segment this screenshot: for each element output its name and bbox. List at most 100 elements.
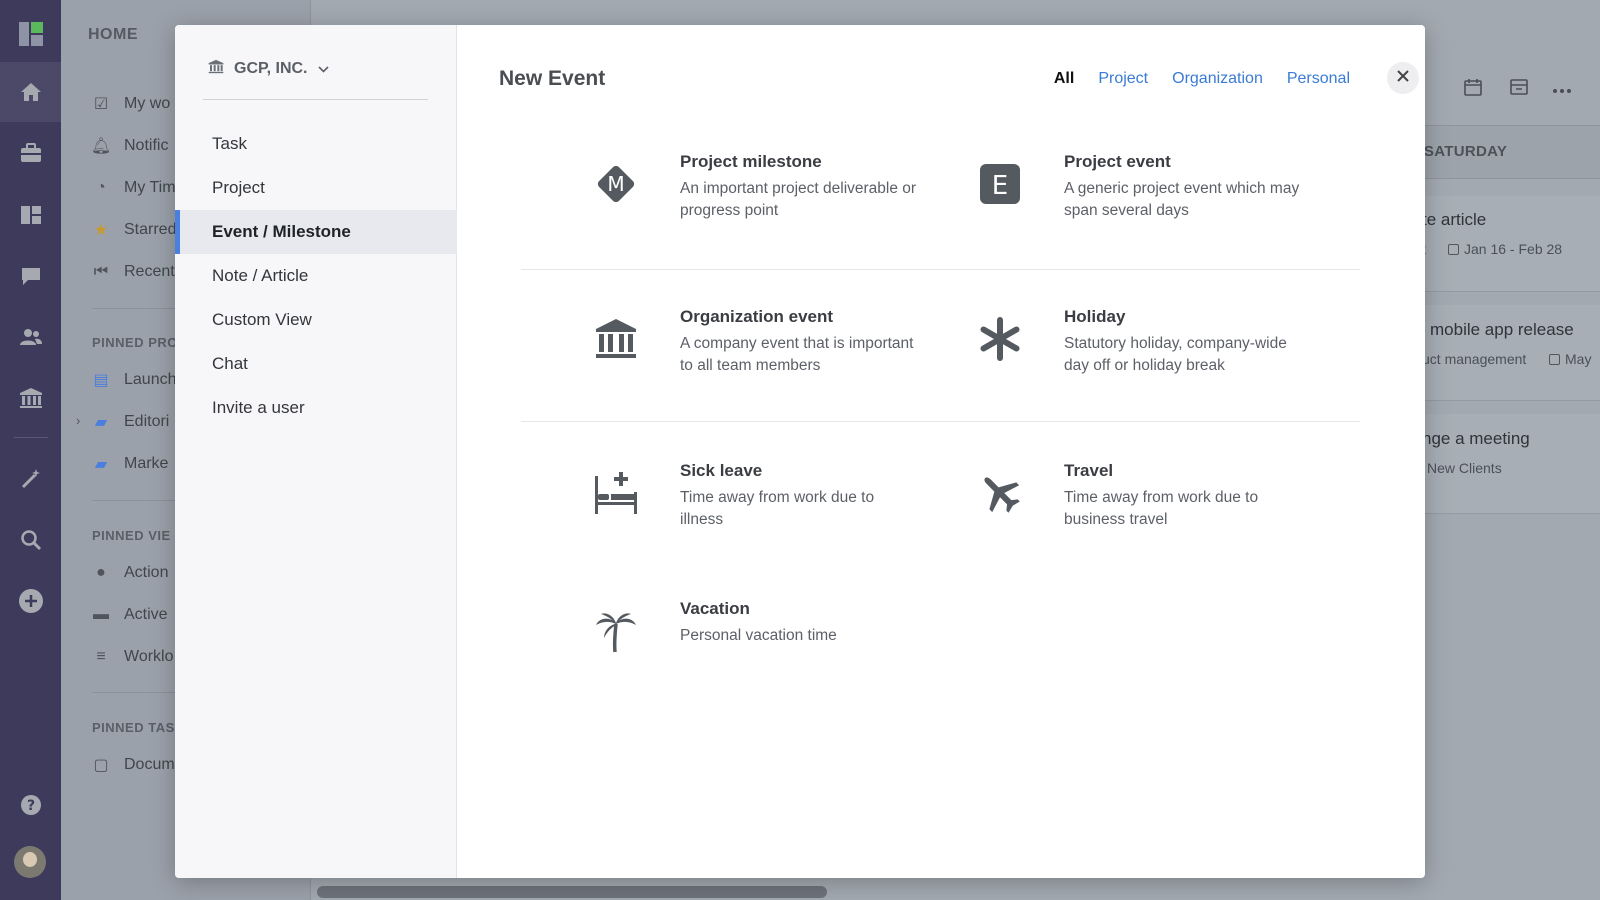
pinned-view-label: Worklo — [124, 648, 174, 665]
more-options-icon[interactable] — [1552, 82, 1572, 100]
filter-organization[interactable]: Organization — [1172, 70, 1263, 88]
chat-icon[interactable] — [0, 251, 61, 301]
organization-icon — [208, 59, 224, 79]
pinned-project-item[interactable]: ▰ Editori — [92, 413, 170, 431]
option-travel[interactable]: Travel Time away from work due to busine… — [968, 461, 1348, 551]
clipboard-icon: ▢ — [93, 757, 109, 774]
search-icon[interactable] — [0, 515, 61, 565]
users-icon[interactable] — [0, 312, 61, 362]
option-sick-leave[interactable]: Sick leave Time away from work due to il… — [584, 461, 964, 551]
calendar-icon — [1448, 244, 1459, 255]
archive-icon[interactable] — [1510, 78, 1528, 101]
pinned-project-label: Launch — [124, 371, 177, 388]
nav-item-note-article[interactable]: Note / Article — [175, 254, 457, 298]
card-date-text: Jan 16 - Feb 28 — [1464, 241, 1563, 257]
pinned-view-item[interactable]: ≡ Worklo — [92, 648, 174, 666]
option-project-event[interactable]: E Project event A generic project event … — [968, 152, 1348, 242]
card-meta: New Clients — [1427, 460, 1502, 476]
sidebar-item-label: My wo — [124, 95, 171, 112]
pinned-task-item[interactable]: ▢ Docum — [92, 756, 175, 774]
card-title: mobile app release — [1430, 320, 1574, 339]
milestone-diamond-icon: M — [584, 152, 648, 216]
help-icon[interactable]: ? — [0, 790, 61, 820]
sidebar-item-label: My Tim — [124, 179, 176, 196]
option-description: Time away from work due to illness — [680, 489, 875, 528]
nav-item-event-milestone[interactable]: Event / Milestone — [175, 210, 457, 254]
option-description: An important project deliverable or prog… — [680, 180, 917, 219]
pinned-project-item[interactable]: ▰ Marke — [92, 455, 169, 473]
bell-icon: 🔔︎ — [90, 138, 112, 155]
add-icon[interactable] — [0, 576, 61, 626]
card-date-text: May — [1565, 351, 1592, 367]
sidebar-item-label: Notific — [124, 137, 169, 154]
option-vacation[interactable]: Vacation Personal vacation time — [584, 599, 964, 689]
org-name: GCP, INC. — [234, 60, 308, 77]
nav-item-invite-user[interactable]: Invite a user — [175, 386, 457, 430]
pinned-view-label: Action — [124, 564, 169, 581]
nav-item-task[interactable]: Task — [175, 122, 457, 166]
stopwatch-icon: ◔ — [96, 179, 106, 196]
nav-item-project[interactable]: Project — [175, 166, 457, 210]
pinned-views-heading: PINNED VIE — [92, 528, 171, 543]
option-title: Travel — [1064, 461, 1114, 480]
folder-icon: ▰ — [94, 414, 108, 431]
card-title: nge a meeting — [1422, 429, 1530, 448]
modal-title: New Event — [499, 67, 606, 90]
folder-icon: ▰ — [94, 456, 108, 473]
modal-nav-panel: GCP, INC. Task Project Event / Milestone… — [175, 25, 457, 878]
option-organization-event[interactable]: Organization event A company event that … — [584, 307, 964, 397]
options-divider — [521, 269, 1360, 270]
nav-item-chat[interactable]: Chat — [175, 342, 457, 386]
sidebar-item-my-time[interactable]: ◔ My Tim — [92, 179, 176, 197]
avatar[interactable] — [14, 846, 46, 878]
pinned-view-item[interactable]: ● Action — [92, 564, 168, 582]
option-description: A company event that is important to all… — [680, 335, 914, 374]
new-item-modal: GCP, INC. Task Project Event / Milestone… — [175, 25, 1425, 878]
app-logo-icon[interactable] — [0, 14, 61, 54]
filter-all[interactable]: All — [1054, 70, 1074, 88]
sidebar-item-recent[interactable]: ⏮ Recent — [92, 263, 175, 281]
nav-item-custom-view[interactable]: Custom View — [175, 298, 457, 342]
dashboard-icon[interactable] — [0, 190, 61, 240]
pinned-project-label: Marke — [124, 455, 169, 472]
filter-project[interactable]: Project — [1098, 70, 1148, 88]
card-date: Jan 16 - Feb 28 — [1448, 241, 1562, 257]
calendar-icon — [1549, 354, 1560, 365]
day-header: , SATURDAY — [1415, 143, 1508, 160]
option-holiday[interactable]: Holiday Statutory holiday, company-wide … — [968, 307, 1348, 397]
close-button[interactable] — [1387, 62, 1419, 94]
pinned-view-label: Active — [124, 606, 168, 623]
calendar-icon[interactable] — [1464, 78, 1482, 101]
filter-personal[interactable]: Personal — [1287, 70, 1350, 88]
sidebar-item-starred[interactable]: ★ Starred — [92, 221, 177, 239]
event-filter-tabs: All Project Organization Personal — [1054, 70, 1350, 88]
option-title: Project event — [1064, 152, 1171, 171]
options-divider — [521, 421, 1360, 422]
organization-icon[interactable] — [0, 373, 61, 423]
org-switcher[interactable]: GCP, INC. — [208, 59, 329, 79]
svg-text:M: M — [607, 172, 624, 196]
pinned-task-label: Docum — [124, 756, 175, 773]
option-project-milestone[interactable]: M Project milestone An important project… — [584, 152, 964, 242]
option-title: Vacation — [680, 599, 750, 618]
option-description: A generic project event which may span s… — [1064, 180, 1300, 219]
sidebar-item-notifications[interactable]: 🔔︎ Notific — [90, 137, 169, 155]
pinned-view-item[interactable]: ▬ Active — [92, 606, 168, 624]
option-title: Sick leave — [680, 461, 763, 480]
pinned-project-item[interactable]: ▤ Launch — [92, 371, 177, 389]
option-description: Personal vacation time — [680, 627, 837, 644]
sidebar-item-my-work[interactable]: ☑ My wo — [92, 95, 170, 113]
organization-building-icon — [584, 307, 648, 371]
home-icon[interactable] — [0, 62, 61, 122]
checkbox-icon: ☑ — [93, 96, 109, 113]
briefcase-icon[interactable] — [0, 128, 61, 178]
horizontal-scrollbar[interactable] — [317, 886, 827, 898]
pinned-tasks-heading: PINNED TAS — [92, 720, 175, 735]
expand-chevron-icon[interactable]: › — [76, 413, 80, 428]
document-icon: ▤ — [93, 372, 109, 389]
magic-wand-icon[interactable] — [0, 454, 61, 504]
user-action-icon: ● — [96, 564, 106, 581]
asterisk-icon — [968, 307, 1032, 371]
chevron-down-icon — [317, 60, 329, 78]
card-meta: uct management — [1422, 351, 1527, 367]
